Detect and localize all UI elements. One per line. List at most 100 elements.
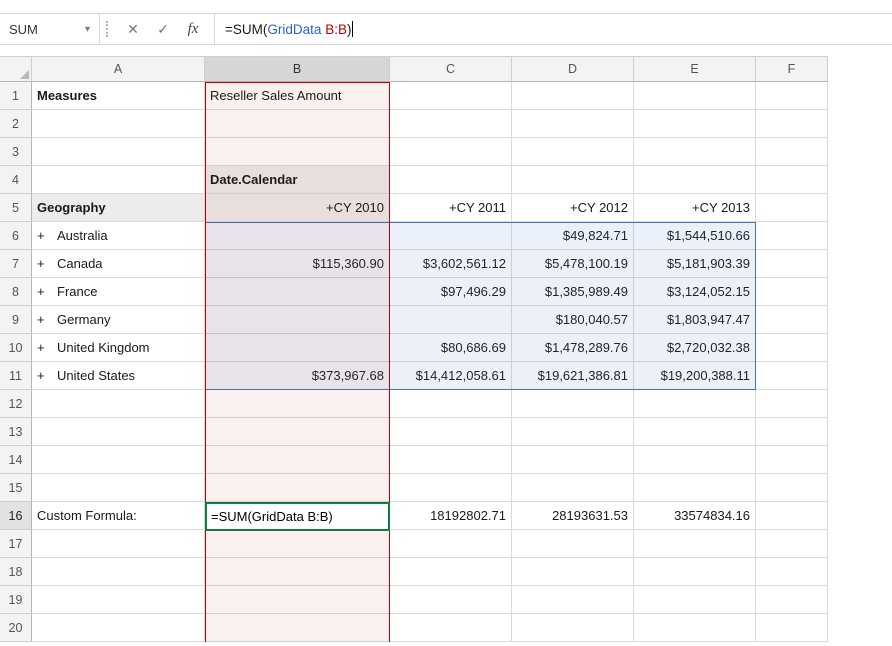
cell-B11[interactable]: $373,967.68 bbox=[205, 362, 390, 390]
expand-icon[interactable]: + bbox=[37, 284, 48, 299]
cell-A15[interactable] bbox=[32, 474, 205, 502]
row-header-9[interactable]: 9 bbox=[0, 306, 32, 334]
select-all-button[interactable] bbox=[0, 56, 32, 82]
cell-D19[interactable] bbox=[512, 586, 634, 614]
cell-B15[interactable] bbox=[205, 474, 390, 502]
column-header-F[interactable]: F bbox=[756, 56, 828, 82]
cell-D3[interactable] bbox=[512, 138, 634, 166]
cell-D14[interactable] bbox=[512, 446, 634, 474]
row-header-5[interactable]: 5 bbox=[0, 194, 32, 222]
cell-A16[interactable]: Custom Formula: bbox=[32, 502, 205, 530]
cell-E1[interactable] bbox=[634, 82, 756, 110]
cell-B4[interactable]: Date.Calendar bbox=[205, 166, 390, 194]
cell-C14[interactable] bbox=[390, 446, 512, 474]
cell-B19[interactable] bbox=[205, 586, 390, 614]
cell-F3[interactable] bbox=[756, 138, 828, 166]
cell-C9[interactable] bbox=[390, 306, 512, 334]
cell-B6[interactable] bbox=[205, 222, 390, 250]
formula-input[interactable]: =SUM( GridData B:B ) bbox=[225, 21, 892, 37]
cell-A20[interactable] bbox=[32, 614, 205, 642]
cell-E18[interactable] bbox=[634, 558, 756, 586]
cell-E5[interactable]: +CY 2013 bbox=[634, 194, 756, 222]
cell-D8[interactable]: $1,385,989.49 bbox=[512, 278, 634, 306]
cell-A18[interactable] bbox=[32, 558, 205, 586]
cell-F20[interactable] bbox=[756, 614, 828, 642]
cell-B20[interactable] bbox=[205, 614, 390, 642]
cell-D16[interactable]: 28193631.53 bbox=[512, 502, 634, 530]
cell-C3[interactable] bbox=[390, 138, 512, 166]
cell-C19[interactable] bbox=[390, 586, 512, 614]
cell-B10[interactable] bbox=[205, 334, 390, 362]
row-header-16[interactable]: 16 bbox=[0, 502, 32, 530]
row-header-14[interactable]: 14 bbox=[0, 446, 32, 474]
row-header-6[interactable]: 6 bbox=[0, 222, 32, 250]
cell-C5[interactable]: +CY 2011 bbox=[390, 194, 512, 222]
cell-F6[interactable] bbox=[756, 222, 828, 250]
expand-icon[interactable]: + bbox=[37, 312, 48, 327]
cell-B18[interactable] bbox=[205, 558, 390, 586]
cell-D4[interactable] bbox=[512, 166, 634, 194]
cell-B1[interactable]: Reseller Sales Amount bbox=[205, 82, 390, 110]
cell-B14[interactable] bbox=[205, 446, 390, 474]
cell-D18[interactable] bbox=[512, 558, 634, 586]
cell-A13[interactable] bbox=[32, 418, 205, 446]
active-cell-editor[interactable]: =SUM(GridData B:B) bbox=[205, 502, 390, 531]
cell-F15[interactable] bbox=[756, 474, 828, 502]
cell-D15[interactable] bbox=[512, 474, 634, 502]
column-header-A[interactable]: A bbox=[32, 56, 205, 82]
cell-F1[interactable] bbox=[756, 82, 828, 110]
row-header-3[interactable]: 3 bbox=[0, 138, 32, 166]
cell-B2[interactable] bbox=[205, 110, 390, 138]
cell-A6[interactable]: + Australia bbox=[32, 222, 205, 250]
cell-E12[interactable] bbox=[634, 390, 756, 418]
expand-icon[interactable]: + bbox=[37, 368, 48, 383]
cell-A19[interactable] bbox=[32, 586, 205, 614]
cell-D12[interactable] bbox=[512, 390, 634, 418]
cell-F12[interactable] bbox=[756, 390, 828, 418]
row-header-18[interactable]: 18 bbox=[0, 558, 32, 586]
row-header-1[interactable]: 1 bbox=[0, 82, 32, 110]
row-header-4[interactable]: 4 bbox=[0, 166, 32, 194]
row-header-19[interactable]: 19 bbox=[0, 586, 32, 614]
cell-E4[interactable] bbox=[634, 166, 756, 194]
cell-E2[interactable] bbox=[634, 110, 756, 138]
cell-A2[interactable] bbox=[32, 110, 205, 138]
cell-A3[interactable] bbox=[32, 138, 205, 166]
cell-A7[interactable]: + Canada bbox=[32, 250, 205, 278]
cell-C12[interactable] bbox=[390, 390, 512, 418]
cell-B12[interactable] bbox=[205, 390, 390, 418]
cell-B7[interactable]: $115,360.90 bbox=[205, 250, 390, 278]
cell-F2[interactable] bbox=[756, 110, 828, 138]
cell-D2[interactable] bbox=[512, 110, 634, 138]
cell-D17[interactable] bbox=[512, 530, 634, 558]
column-header-B[interactable]: B bbox=[205, 56, 390, 82]
cell-E3[interactable] bbox=[634, 138, 756, 166]
cell-F10[interactable] bbox=[756, 334, 828, 362]
row-header-10[interactable]: 10 bbox=[0, 334, 32, 362]
cell-B5[interactable]: +CY 2010 bbox=[205, 194, 390, 222]
cell-C13[interactable] bbox=[390, 418, 512, 446]
row-header-7[interactable]: 7 bbox=[0, 250, 32, 278]
row-header-8[interactable]: 8 bbox=[0, 278, 32, 306]
cell-D7[interactable]: $5,478,100.19 bbox=[512, 250, 634, 278]
enter-icon[interactable]: ✓ bbox=[148, 14, 178, 44]
cancel-icon[interactable]: ✕ bbox=[118, 14, 148, 44]
cell-E13[interactable] bbox=[634, 418, 756, 446]
insert-function-icon[interactable]: fx bbox=[178, 14, 208, 44]
cell-F8[interactable] bbox=[756, 278, 828, 306]
cell-E17[interactable] bbox=[634, 530, 756, 558]
cell-C20[interactable] bbox=[390, 614, 512, 642]
cell-C15[interactable] bbox=[390, 474, 512, 502]
cell-A4[interactable] bbox=[32, 166, 205, 194]
cell-F11[interactable] bbox=[756, 362, 828, 390]
cell-C7[interactable]: $3,602,561.12 bbox=[390, 250, 512, 278]
row-header-17[interactable]: 17 bbox=[0, 530, 32, 558]
cell-A11[interactable]: + United States bbox=[32, 362, 205, 390]
row-header-20[interactable]: 20 bbox=[0, 614, 32, 642]
cell-D6[interactable]: $49,824.71 bbox=[512, 222, 634, 250]
row-header-12[interactable]: 12 bbox=[0, 390, 32, 418]
cell-B3[interactable] bbox=[205, 138, 390, 166]
cell-D11[interactable]: $19,621,386.81 bbox=[512, 362, 634, 390]
cell-F13[interactable] bbox=[756, 418, 828, 446]
expand-icon[interactable]: + bbox=[37, 340, 48, 355]
